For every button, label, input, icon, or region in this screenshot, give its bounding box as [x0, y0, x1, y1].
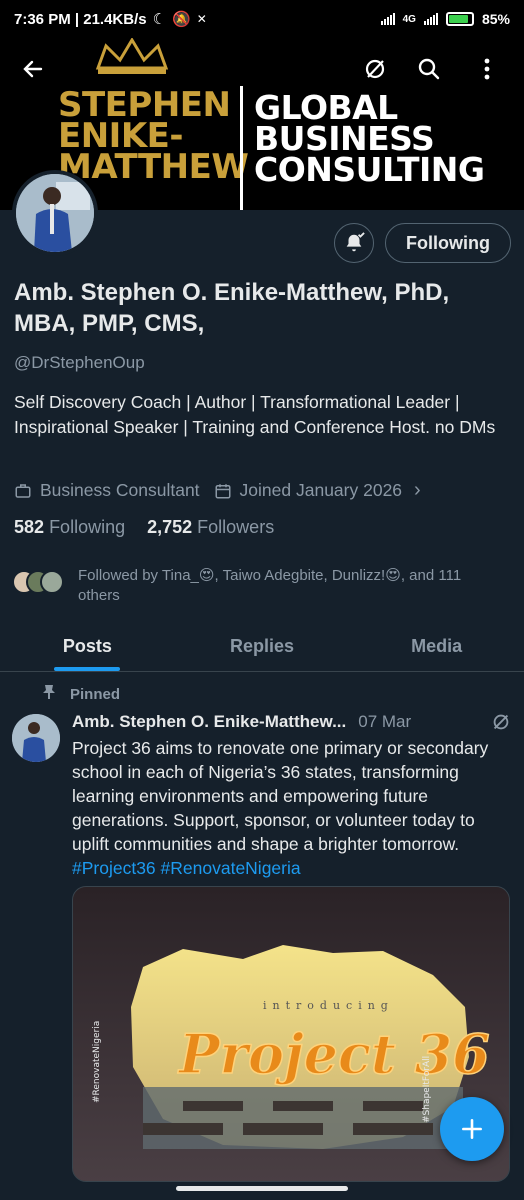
back-arrow-icon[interactable] — [16, 52, 50, 86]
avatar[interactable] — [12, 170, 98, 256]
profile-handle: @DrStephenOup — [14, 353, 145, 372]
post-text: Project 36 aims to renovate one primary … — [72, 738, 489, 878]
signal-icon-2 — [423, 13, 438, 25]
image-title-text: Project 36 — [177, 1022, 490, 1086]
pinned-label: Pinned — [42, 684, 120, 704]
briefcase-icon — [14, 482, 32, 500]
image-side-right: #ShapeItForAll — [422, 1056, 432, 1123]
post-hashtags[interactable]: #Project36 #RenovateNigeria — [72, 858, 301, 878]
home-indicator[interactable] — [176, 1186, 348, 1191]
follow-stats: 582 Following 2,752 Followers — [14, 517, 274, 538]
calendar-icon — [214, 482, 232, 500]
grok-icon[interactable] — [358, 52, 392, 86]
crown-icon — [95, 38, 169, 74]
image-side-left: #RenovateNigeria — [92, 1021, 102, 1103]
notify-bell-button[interactable] — [334, 223, 374, 263]
profile-joined: Joined January 2026 — [239, 480, 403, 500]
followed-by[interactable]: Followed by Tina_😍, Taiwo Adegbite, Dunl… — [12, 566, 498, 606]
profile-category[interactable]: Business Consultant — [40, 480, 200, 501]
image-intro-text: introducing — [263, 999, 394, 1012]
followed-by-avatars — [12, 566, 68, 594]
following-stat[interactable]: 582 Following — [14, 517, 125, 538]
tab-posts[interactable]: Posts — [0, 622, 175, 671]
post-avatar[interactable] — [12, 714, 60, 762]
mute-bell-icon: 🔕 — [172, 11, 191, 28]
profile-meta: Business Consultant Joined January 2026 … — [14, 479, 421, 502]
tab-media[interactable]: Media — [349, 622, 524, 671]
pin-icon — [42, 684, 56, 704]
following-button[interactable]: Following — [385, 223, 511, 263]
battery-icon — [445, 12, 474, 26]
banner-company: GLOBAL BUSINESS CONSULTING — [254, 88, 485, 189]
compose-button[interactable] — [440, 1097, 504, 1161]
network-type: 4G — [402, 13, 416, 25]
battery-percent: 85% — [481, 11, 510, 27]
moon-icon: ☾ — [152, 11, 167, 28]
signal-icon — [380, 13, 395, 25]
profile-bio: Self Discovery Coach | Author | Transfor… — [14, 392, 496, 437]
status-time-speed: 7:36 PM | 21.4KB/s — [14, 10, 147, 28]
grok-icon[interactable] — [490, 711, 512, 733]
followed-by-text: Followed by Tina_😍, Taiwo Adegbite, Dunl… — [78, 567, 462, 604]
chevron-right-icon[interactable]: › — [414, 479, 421, 502]
x-notification-icon: ✕ — [196, 12, 207, 26]
banner-divider — [240, 86, 243, 210]
banner-name: STEPHEN ENIKE- MATTHEW — [58, 85, 249, 187]
profile-tabs: Posts Replies Media — [0, 622, 524, 672]
status-bar: 7:36 PM | 21.4KB/s ☾ 🔕 ✕ 4G 85% — [0, 0, 524, 38]
more-vertical-icon[interactable] — [470, 52, 504, 86]
post-author[interactable]: Amb. Stephen O. Enike-Matthew... — [72, 712, 346, 732]
search-icon[interactable] — [412, 52, 446, 86]
bell-add-icon — [346, 232, 365, 252]
plus-icon — [462, 1119, 482, 1139]
profile-name: Amb. Stephen O. Enike-Matthew, PhD, MBA,… — [14, 279, 450, 337]
post-header: Amb. Stephen O. Enike-Matthew... 07 Mar — [72, 711, 512, 733]
tab-replies[interactable]: Replies — [175, 622, 350, 671]
followers-stat[interactable]: 2,752 Followers — [147, 517, 274, 538]
post-date[interactable]: 07 Mar — [358, 712, 411, 732]
